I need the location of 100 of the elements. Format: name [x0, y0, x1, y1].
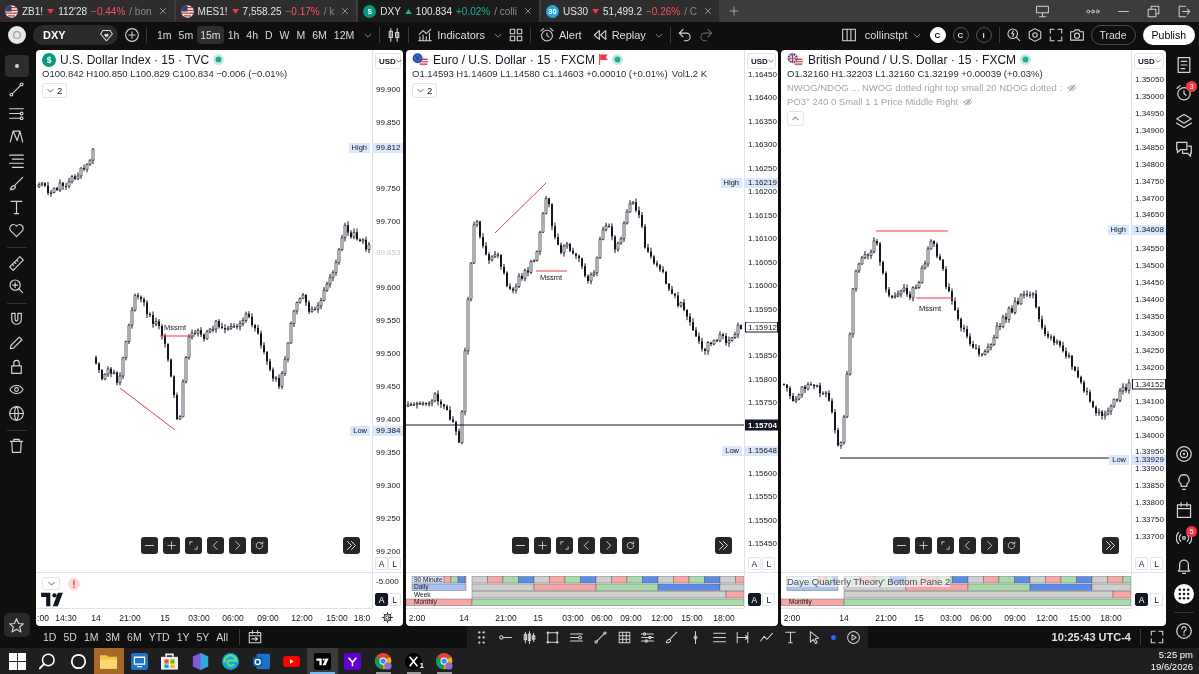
- text-tool-icon[interactable]: [783, 630, 797, 644]
- scale-button[interactable]: L: [1150, 593, 1163, 606]
- interval-button[interactable]: W: [276, 26, 293, 44]
- interval-button[interactable]: 4h: [243, 26, 261, 44]
- reset-chart-button[interactable]: [936, 537, 954, 554]
- clock-time[interactable]: 10:25:43 UTC-4: [1051, 631, 1131, 643]
- currency-button[interactable]: USD: [1134, 53, 1164, 69]
- scroll-to-latest-button[interactable]: [1102, 537, 1119, 554]
- reset-chart-button[interactable]: [184, 537, 202, 554]
- caret-icon[interactable]: [494, 32, 502, 38]
- scroll-left-button[interactable]: [958, 537, 976, 554]
- range-button[interactable]: 1M: [80, 629, 102, 645]
- lightbulb-icon[interactable]: [1176, 474, 1192, 490]
- scale-button[interactable]: A: [1135, 593, 1148, 606]
- calendar-icon[interactable]: [248, 630, 262, 644]
- minimize-icon[interactable]: [1118, 9, 1129, 13]
- cursor-icon[interactable]: [807, 630, 821, 644]
- scroll-right-button[interactable]: [599, 537, 617, 554]
- interval-button[interactable]: 1h: [224, 26, 243, 44]
- calendar-icon[interactable]: [1176, 502, 1192, 518]
- scale-button[interactable]: L: [388, 593, 401, 606]
- taskbar-button[interactable]: 1: [398, 648, 429, 674]
- browser-tab[interactable]: ZB1! 112'28 −0.44% / bon: [0, 0, 174, 22]
- close-icon[interactable]: [158, 7, 167, 15]
- trend-line-icon[interactable]: [593, 630, 607, 644]
- interval-button[interactable]: 6M: [309, 26, 330, 44]
- play-icon[interactable]: [847, 630, 860, 644]
- scale-button[interactable]: A: [375, 557, 388, 570]
- target-icon[interactable]: [1176, 446, 1192, 462]
- scroll-to-latest-button[interactable]: [343, 537, 360, 554]
- legend-toggle-button[interactable]: 2: [42, 83, 68, 98]
- eye-slash-icon[interactable]: [962, 97, 975, 106]
- reset-chart-button[interactable]: [555, 537, 573, 554]
- range-button[interactable]: 6M: [124, 629, 145, 645]
- interval-button[interactable]: M: [293, 26, 309, 44]
- caret-icon[interactable]: [364, 32, 373, 38]
- clock-date[interactable]: 19/6/2026: [1150, 661, 1193, 673]
- scale-button[interactable]: A: [1135, 557, 1148, 570]
- refresh-button[interactable]: [621, 537, 639, 554]
- plus-icon[interactable]: [728, 6, 739, 16]
- watchlist-icon[interactable]: [1176, 57, 1192, 73]
- range-button[interactable]: 3M: [102, 629, 124, 645]
- zoom-in-button[interactable]: [914, 537, 932, 554]
- fullscreen-icon[interactable]: [1048, 28, 1063, 42]
- sliders-icon[interactable]: [641, 630, 655, 644]
- zoom-in-button[interactable]: [162, 537, 180, 554]
- range-button[interactable]: All: [213, 629, 231, 645]
- refresh-button[interactable]: [250, 537, 268, 554]
- close-icon[interactable]: [341, 7, 350, 15]
- bell-icon[interactable]: [1176, 558, 1192, 574]
- indicators-button[interactable]: Indicators: [416, 28, 487, 42]
- scroll-left-button[interactable]: [577, 537, 595, 554]
- currency-button[interactable]: USD: [375, 53, 401, 69]
- browser-tab[interactable]: MES1! 7,558.25 −0.17% / k: [175, 0, 357, 22]
- range-button[interactable]: 5Y: [193, 629, 213, 645]
- settings-icon[interactable]: [382, 611, 393, 623]
- favorites-button[interactable]: [3, 613, 30, 637]
- zoom-out-button[interactable]: [140, 537, 158, 554]
- scale-button[interactable]: A: [747, 593, 761, 606]
- candles-icon[interactable]: [387, 28, 402, 42]
- scale-button[interactable]: L: [1150, 557, 1163, 570]
- path-icon[interactable]: [760, 630, 773, 644]
- candles-icon[interactable]: [522, 630, 536, 644]
- scale-button[interactable]: A: [747, 557, 761, 570]
- brush-icon[interactable]: [665, 630, 678, 644]
- scroll-right-button[interactable]: [228, 537, 246, 554]
- undo-icon[interactable]: [677, 28, 692, 42]
- eye-slash-icon[interactable]: [1066, 83, 1079, 92]
- fullscreen-icon[interactable]: [1150, 630, 1164, 644]
- zoom-in-button[interactable]: [533, 537, 551, 554]
- clock-time[interactable]: 5:25 pm: [1158, 649, 1193, 661]
- scale-button[interactable]: L: [388, 557, 401, 570]
- caret-icon[interactable]: [654, 32, 663, 38]
- zoom-out-button[interactable]: [892, 537, 910, 554]
- flag-icon[interactable]: [599, 54, 609, 65]
- chart-title[interactable]: U.S. Dollar Index · 15 · TVC: [60, 52, 210, 67]
- close-icon[interactable]: [703, 7, 712, 15]
- symbol-search-field[interactable]: DXY: [33, 25, 118, 45]
- interval-button[interactable]: 5m: [175, 26, 197, 44]
- dot-icon[interactable]: [831, 634, 837, 640]
- restore-icon[interactable]: [1147, 4, 1160, 18]
- exit-icon[interactable]: [1178, 4, 1191, 18]
- drawing-tool-button[interactable]: [4, 55, 29, 77]
- refresh-button[interactable]: [1002, 537, 1020, 554]
- alarm-clock-icon[interactable]: [1176, 85, 1192, 101]
- rectangle-icon[interactable]: [546, 630, 560, 644]
- publish-button[interactable]: Publish: [1142, 25, 1195, 45]
- taskbar-button[interactable]: [307, 648, 338, 674]
- taskbar-button[interactable]: [93, 648, 124, 674]
- layout-name-button[interactable]: collinstpt: [862, 29, 923, 41]
- range-button[interactable]: 5D: [60, 629, 80, 645]
- monitor-icon[interactable]: [1036, 4, 1049, 18]
- zoom-out-button[interactable]: [511, 537, 529, 554]
- scale-button[interactable]: L: [762, 593, 776, 606]
- close-icon[interactable]: [524, 7, 532, 15]
- alert-button[interactable]: Alert: [538, 28, 584, 42]
- redo-icon[interactable]: [698, 28, 713, 42]
- currency-button[interactable]: USD: [747, 53, 776, 69]
- chart-title[interactable]: British Pound / U.S. Dollar · 15 · FXCM: [808, 52, 1017, 67]
- horizontal-lines-icon[interactable]: [712, 630, 726, 644]
